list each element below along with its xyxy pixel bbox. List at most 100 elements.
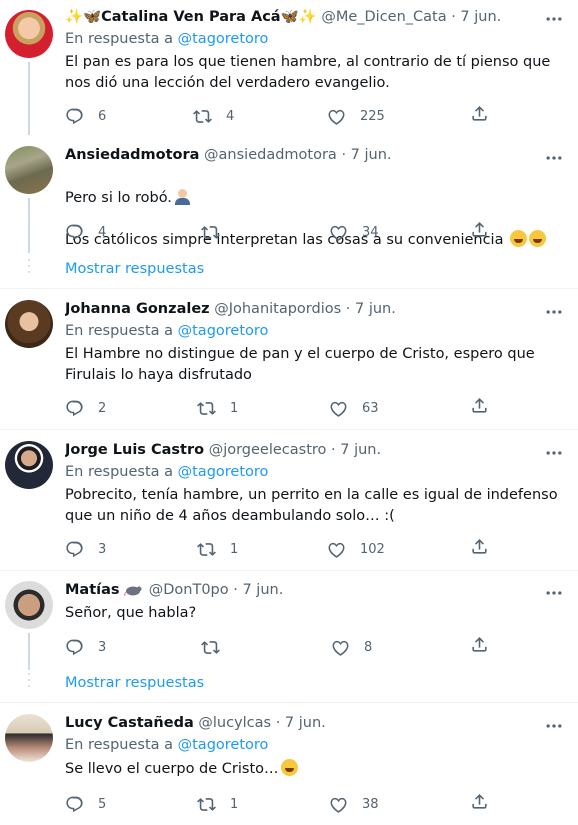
display-name[interactable]: Lucy Castañeda bbox=[65, 715, 194, 731]
retweet-icon bbox=[197, 797, 216, 811]
reply-context: En respuesta a @tagoretoro bbox=[65, 31, 268, 47]
display-name[interactable]: Ansiedadmotora bbox=[65, 147, 199, 163]
rolling-laughing-emoji-icon bbox=[510, 230, 528, 247]
reply-to-link[interactable]: @tagoretoro bbox=[178, 31, 269, 47]
display-name[interactable]: Jorge Luis Castro bbox=[65, 442, 204, 458]
tweet-header: Matías @DonT0po · 7 jun. bbox=[65, 582, 538, 604]
handle[interactable]: @DonT0po bbox=[149, 582, 229, 598]
tweet-actions: 4 34 bbox=[65, 220, 495, 244]
thread-continuation bbox=[27, 259, 31, 277]
more-icon[interactable] bbox=[544, 443, 564, 463]
like-button[interactable]: 102 bbox=[327, 537, 385, 561]
reply-button[interactable]: 2 bbox=[65, 396, 106, 420]
like-count: 225 bbox=[360, 108, 385, 124]
tweet-text: Señor, que habla? bbox=[65, 605, 197, 621]
reply-button[interactable]: 3 bbox=[65, 537, 106, 561]
timestamp[interactable]: · 7 jun. bbox=[451, 9, 501, 25]
retweet-count: 4 bbox=[226, 108, 235, 124]
retweet-button[interactable] bbox=[201, 635, 234, 659]
more-icon[interactable] bbox=[544, 302, 564, 322]
like-count: 34 bbox=[362, 224, 379, 240]
retweet-button[interactable]: 1 bbox=[197, 396, 238, 420]
show-replies-link[interactable]: Mostrar respuestas bbox=[65, 261, 204, 277]
tweet-johanna[interactable]: Johanna Gonzalez @Johanitapordios · 7 ju… bbox=[0, 289, 578, 430]
avatar[interactable] bbox=[5, 714, 53, 762]
retweet-button[interactable]: 4 bbox=[193, 104, 234, 128]
tweet-text: El Hambre no distingue de pan y el cuerp… bbox=[65, 346, 535, 383]
tweet-header: Ansiedadmotora @ansiedadmotora · 7 jun. bbox=[65, 147, 538, 169]
display-name[interactable]: Matías bbox=[65, 582, 120, 598]
retweet-button[interactable]: 1 bbox=[197, 537, 238, 561]
tweet-catalina[interactable]: ✨🦋Catalina Ven Para Acá🦋✨ @Me_Dicen_Cata… bbox=[0, 0, 578, 135]
retweet-icon bbox=[201, 225, 220, 239]
share-icon[interactable] bbox=[470, 537, 489, 556]
like-button[interactable]: 38 bbox=[329, 792, 379, 816]
reply-button[interactable]: 3 bbox=[65, 635, 106, 659]
timestamp[interactable]: · 7 jun. bbox=[233, 582, 283, 598]
avatar[interactable] bbox=[5, 300, 53, 348]
more-icon[interactable] bbox=[544, 9, 564, 29]
retweet-count: 1 bbox=[230, 796, 239, 812]
tweet-lucy[interactable]: Lucy Castañeda @lucylcas · 7 jun. En res… bbox=[0, 703, 578, 825]
handle[interactable]: @jorgeelecastro bbox=[209, 442, 327, 458]
more-icon[interactable] bbox=[544, 148, 564, 168]
timestamp[interactable]: · 7 jun. bbox=[346, 301, 396, 317]
display-name[interactable]: ✨🦋Catalina Ven Para Acá🦋✨ bbox=[65, 9, 317, 25]
like-button[interactable]: 8 bbox=[331, 635, 372, 659]
retweet-count: 1 bbox=[230, 400, 239, 416]
timestamp[interactable]: · 7 jun. bbox=[331, 442, 381, 458]
reply-button[interactable]: 6 bbox=[65, 104, 106, 128]
reply-button[interactable]: 4 bbox=[65, 220, 106, 244]
share-icon[interactable] bbox=[470, 220, 489, 239]
like-count: 38 bbox=[362, 796, 379, 812]
handle[interactable]: @lucylcas bbox=[198, 715, 271, 731]
tweet-matias[interactable]: Matías @DonT0po · 7 jun. Señor, que habl… bbox=[0, 571, 578, 670]
tweet-jorge[interactable]: Jorge Luis Castro @jorgeelecastro · 7 ju… bbox=[0, 430, 578, 571]
avatar[interactable] bbox=[5, 581, 53, 629]
timestamp[interactable]: · 7 jun. bbox=[276, 715, 326, 731]
more-icon[interactable] bbox=[544, 583, 564, 603]
share-icon[interactable] bbox=[470, 635, 489, 654]
handle[interactable]: @Johanitapordios bbox=[214, 301, 341, 317]
show-replies-link[interactable]: Mostrar respuestas bbox=[65, 675, 204, 691]
reply-prefix: En respuesta a bbox=[65, 31, 178, 47]
reply-context: En respuesta a @tagoretoro bbox=[65, 737, 268, 753]
like-button[interactable]: 63 bbox=[329, 396, 379, 420]
more-icon[interactable] bbox=[544, 716, 564, 736]
share-icon[interactable] bbox=[470, 792, 489, 811]
reply-to-link[interactable]: @tagoretoro bbox=[178, 737, 269, 753]
tweet-ansiedadmotora[interactable]: Ansiedadmotora @ansiedadmotora · 7 jun. … bbox=[0, 135, 578, 253]
reply-to-link[interactable]: @tagoretoro bbox=[178, 464, 269, 480]
retweet-button[interactable]: 1 bbox=[197, 792, 238, 816]
thread-line bbox=[28, 633, 30, 670]
share-icon[interactable] bbox=[470, 396, 489, 415]
share-icon[interactable] bbox=[470, 104, 489, 123]
reply-button[interactable]: 5 bbox=[65, 792, 106, 816]
handle[interactable]: @Me_Dicen_Cata bbox=[321, 9, 446, 25]
like-count: 8 bbox=[364, 639, 373, 655]
retweet-icon bbox=[201, 640, 220, 654]
tweet-header: ✨🦋Catalina Ven Para Acá🦋✨ @Me_Dicen_Cata… bbox=[65, 8, 538, 30]
reply-icon bbox=[66, 639, 83, 655]
reply-prefix: En respuesta a bbox=[65, 737, 178, 753]
tweet-text: Pobrecito, tenía hambre, un perrito en l… bbox=[65, 487, 558, 524]
reply-to-link[interactable]: @tagoretoro bbox=[178, 323, 269, 339]
reply-icon bbox=[66, 796, 83, 812]
like-icon bbox=[328, 109, 345, 125]
like-button[interactable]: 34 bbox=[329, 220, 379, 244]
like-button[interactable]: 225 bbox=[327, 104, 385, 128]
thread-line bbox=[28, 62, 30, 135]
avatar[interactable] bbox=[5, 10, 53, 58]
tweet-text-line: Pero si lo robó. bbox=[65, 190, 172, 206]
handle[interactable]: @ansiedadmotora bbox=[204, 147, 337, 163]
avatar[interactable] bbox=[5, 441, 53, 489]
tweet-actions: 3 8 bbox=[65, 635, 495, 659]
tweet-actions: 5 1 38 bbox=[65, 792, 495, 816]
retweet-icon bbox=[193, 109, 212, 123]
avatar[interactable] bbox=[5, 146, 53, 194]
reply-icon bbox=[66, 400, 83, 416]
timestamp[interactable]: · 7 jun. bbox=[341, 147, 391, 163]
retweet-button[interactable] bbox=[201, 220, 234, 244]
thread-continuation bbox=[27, 673, 31, 691]
display-name[interactable]: Johanna Gonzalez bbox=[65, 301, 210, 317]
